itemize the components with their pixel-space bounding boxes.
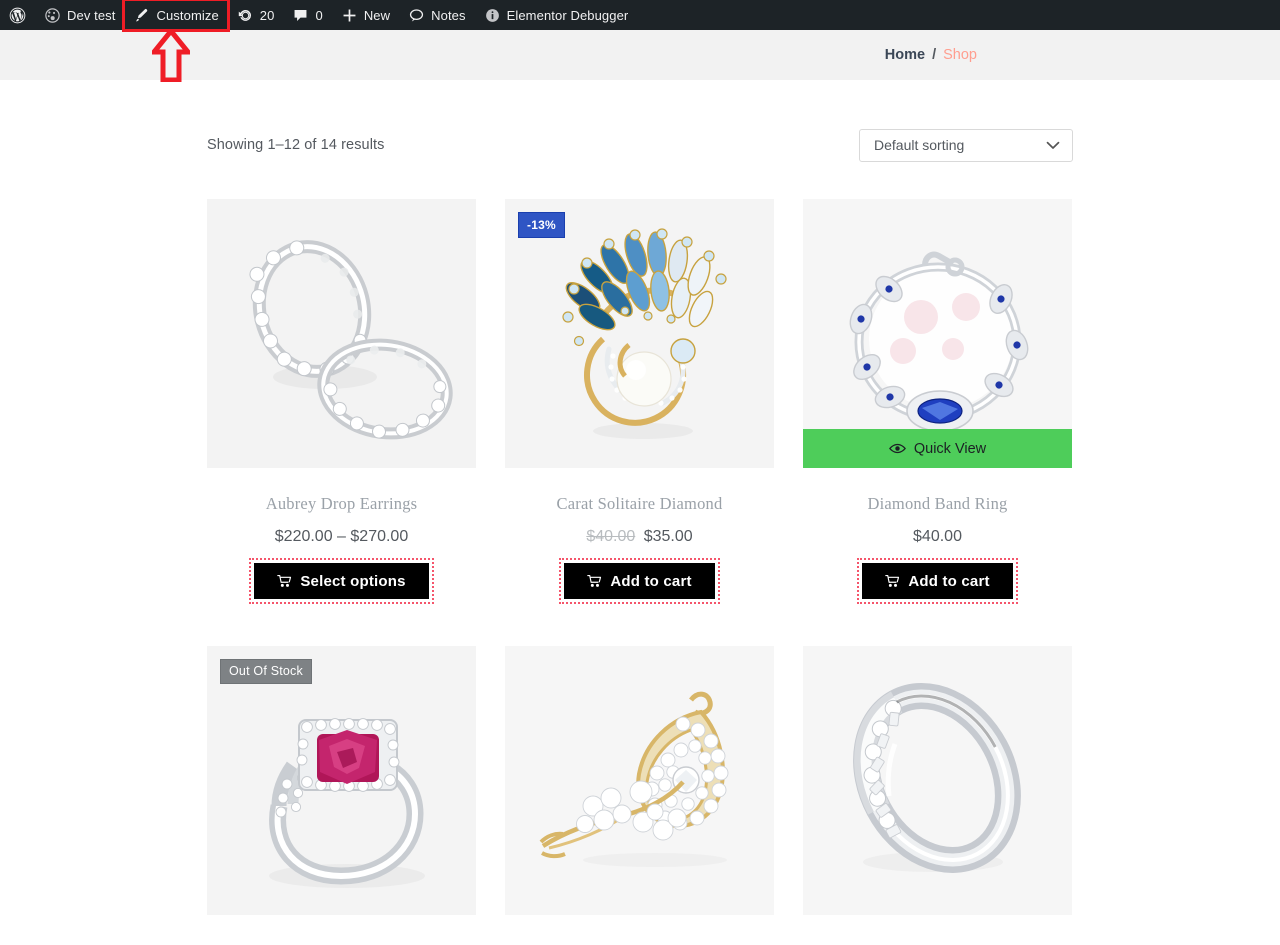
- product-card[interactable]: -13% Carat Solitaire Diamond $40.00 $35.…: [505, 199, 774, 604]
- admin-bar-updates[interactable]: 20: [228, 0, 284, 30]
- breadcrumb-home-link[interactable]: Home: [885, 47, 925, 63]
- out-of-stock-badge: Out Of Stock: [220, 659, 312, 684]
- breadcrumb: Home / Shop: [885, 47, 977, 63]
- breadcrumb-bar: Home / Shop: [0, 30, 1280, 80]
- product-price-original: $40.00: [586, 528, 636, 545]
- admin-bar-site-name[interactable]: Dev test: [35, 0, 124, 30]
- select-options-button[interactable]: Select options: [249, 558, 434, 604]
- product-card[interactable]: Quick View Diamond Band Ring $40.00 Add …: [803, 199, 1072, 604]
- wp-admin-bar: Dev test Customize 20 0 New Notes Elemen…: [0, 0, 1280, 82]
- admin-bar-comments-count: 0: [315, 7, 323, 23]
- blue-crystal-pearl-brooch-image: [505, 199, 774, 468]
- product-price: $220.00 – $270.00: [274, 528, 409, 545]
- admin-bar-notes[interactable]: Notes: [399, 0, 474, 30]
- admin-bar-notes-label: Notes: [431, 7, 466, 23]
- product-action-wrap: Select options: [207, 558, 476, 604]
- admin-bar-updates-count: 20: [259, 7, 275, 23]
- admin-bar-new-content[interactable]: New: [332, 0, 399, 30]
- product-price: $40.00: [913, 528, 962, 545]
- breadcrumb-current-shop: Shop: [943, 47, 977, 63]
- shop-page: Showing 1–12 of 14 results Default sorti…: [207, 80, 1073, 915]
- admin-bar-customize-label: Customize: [156, 7, 219, 23]
- admin-bar-elementor-debugger[interactable]: Elementor Debugger: [475, 0, 638, 30]
- breadcrumb-separator: /: [932, 47, 937, 63]
- sorting-select[interactable]: Default sorting: [859, 128, 1073, 162]
- notes-bubble-icon: [408, 7, 425, 24]
- comment-bubble-icon: [292, 7, 309, 24]
- result-count: Showing 1–12 of 14 results: [207, 137, 385, 153]
- product-price: $40.00 $35.00: [505, 528, 774, 546]
- eye-icon: [888, 443, 906, 454]
- shop-toolbar: Showing 1–12 of 14 results Default sorti…: [207, 128, 1073, 162]
- admin-bar-site-name-label: Dev test: [67, 7, 116, 23]
- plus-icon: [341, 7, 358, 24]
- quick-view-label: Quick View: [913, 440, 987, 457]
- select-options-button-label: Select options: [300, 572, 406, 590]
- product-price-sale: $35.00: [643, 528, 693, 545]
- product-action-wrap: Add to cart: [505, 558, 774, 604]
- paintbrush-icon: [133, 7, 150, 24]
- add-to-cart-button-label: Add to cart: [908, 572, 990, 590]
- product-image[interactable]: Out Of Stock: [207, 646, 476, 915]
- product-image[interactable]: [803, 646, 1072, 915]
- product-card[interactable]: Aubrey Drop Earrings $220.00 – $270.00 S…: [207, 199, 476, 604]
- admin-bar-elementor-debugger-label: Elementor Debugger: [506, 7, 629, 23]
- product-action-wrap: Add to cart: [803, 558, 1072, 604]
- product-card[interactable]: Out Of Stock: [207, 646, 476, 915]
- product-grid: Aubrey Drop Earrings $220.00 – $270.00 S…: [207, 199, 1073, 915]
- pink-gemstone-halo-ring-image: [207, 646, 476, 915]
- red-up-arrow-annotation-icon: [152, 30, 190, 82]
- admin-bar-comments[interactable]: 0: [283, 0, 331, 30]
- info-circle-icon: [484, 7, 501, 24]
- admin-bar-new-label: New: [363, 7, 391, 23]
- add-to-cart-button[interactable]: Add to cart: [857, 558, 1018, 604]
- dashboard-site-icon: [44, 7, 61, 24]
- quick-view-overlay-button[interactable]: Quick View: [803, 429, 1072, 468]
- add-to-cart-button[interactable]: Add to cart: [559, 558, 720, 604]
- add-to-cart-button-label: Add to cart: [610, 572, 692, 590]
- product-title[interactable]: Carat Solitaire Diamond: [505, 494, 774, 514]
- shopping-cart-icon: [885, 574, 900, 588]
- product-image[interactable]: -13%: [505, 199, 774, 468]
- product-image[interactable]: Quick View: [803, 199, 1072, 468]
- admin-bar-wordpress-logo[interactable]: [0, 0, 35, 30]
- sapphire-diamond-bracelet-image: [803, 199, 1072, 468]
- updates-icon: [237, 7, 254, 24]
- product-card[interactable]: [803, 646, 1072, 915]
- sale-badge: -13%: [518, 212, 565, 238]
- admin-bar-customize[interactable]: Customize: [122, 0, 230, 32]
- diamond-channel-band-ring-image: [803, 646, 1072, 915]
- product-title[interactable]: Diamond Band Ring: [803, 494, 1072, 514]
- chevron-down-icon: [1046, 139, 1060, 152]
- product-title[interactable]: Aubrey Drop Earrings: [207, 494, 476, 514]
- product-image[interactable]: [505, 646, 774, 915]
- product-card[interactable]: [505, 646, 774, 915]
- shopping-cart-icon: [587, 574, 602, 588]
- shopping-cart-icon: [277, 574, 292, 588]
- wordpress-logo-icon: [9, 7, 26, 24]
- product-image[interactable]: [207, 199, 476, 468]
- sorting-select-value: Default sorting: [874, 137, 965, 153]
- pair-of-diamond-eternity-bands-image: [207, 199, 476, 468]
- gold-diamond-floral-brooch-image: [505, 646, 774, 915]
